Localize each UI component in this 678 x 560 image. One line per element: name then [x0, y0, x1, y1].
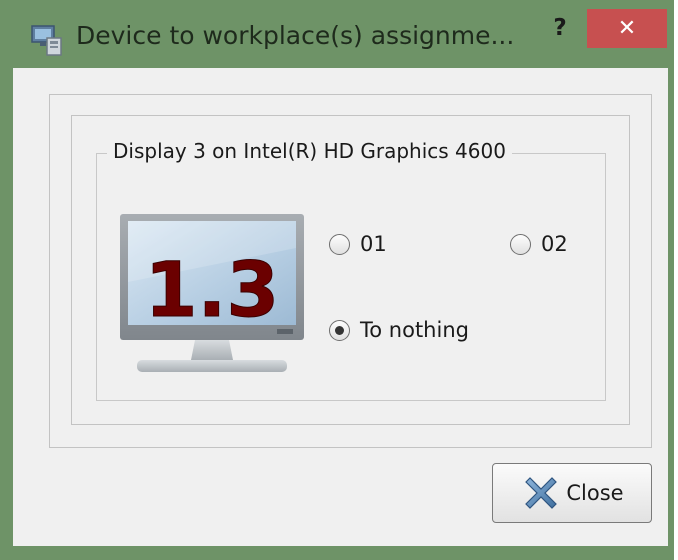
title-bar[interactable]: Device to workplace(s) assignme... ? ✕: [0, 0, 674, 68]
help-button[interactable]: ?: [538, 8, 582, 48]
close-button[interactable]: Close: [492, 463, 652, 523]
radio-checked-dot: [335, 325, 344, 335]
window-close-button[interactable]: ✕: [587, 9, 667, 48]
radio-label-02: 02: [541, 232, 568, 256]
dialog-body: Display 3 on Intel(R) HD Graphics 4600 1…: [13, 68, 668, 546]
monitor-number: 1.3: [145, 245, 280, 334]
monitor-icon: 1.3: [120, 214, 304, 372]
radio-option-02[interactable]: 02: [510, 232, 568, 256]
radio-option-01[interactable]: 01: [329, 232, 387, 256]
radio-label-01: 01: [360, 232, 387, 256]
app-icon: [31, 25, 62, 56]
close-x-icon: [525, 477, 558, 509]
radio-button-01[interactable]: [329, 233, 350, 255]
groupbox-title: Display 3 on Intel(R) HD Graphics 4600: [107, 139, 512, 163]
display-groupbox: Display 3 on Intel(R) HD Graphics 4600 1…: [96, 139, 606, 401]
outer-frame: Display 3 on Intel(R) HD Graphics 4600 1…: [49, 94, 652, 448]
window-title: Device to workplace(s) assignme...: [76, 21, 515, 50]
dialog-window: Device to workplace(s) assignme... ? ✕ D…: [0, 0, 674, 560]
radio-button-to-nothing[interactable]: [329, 319, 350, 341]
radio-button-02[interactable]: [510, 233, 531, 255]
radio-label-to-nothing: To nothing: [360, 318, 469, 342]
close-button-label: Close: [566, 481, 624, 505]
radio-option-to-nothing[interactable]: To nothing: [329, 318, 469, 342]
inner-frame: Display 3 on Intel(R) HD Graphics 4600 1…: [71, 115, 630, 425]
